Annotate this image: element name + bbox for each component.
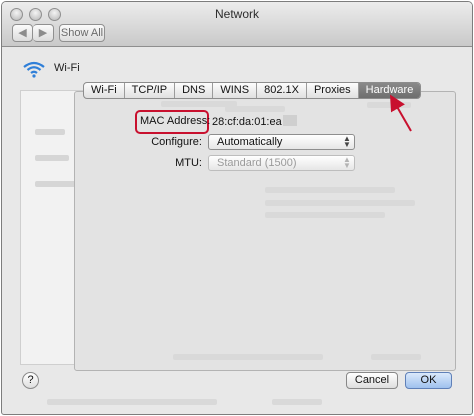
tab-hardware[interactable]: Hardware [358,83,421,98]
window-title: Network [214,7,259,21]
help-button[interactable]: ? [22,372,39,389]
cancel-button[interactable]: Cancel [346,372,398,389]
mtu-popup[interactable]: Standard (1500) ▲ ▼ [208,155,355,171]
popup-arrows-icon: ▲ ▼ [343,134,351,149]
hardware-panel [74,91,456,371]
tab-wifi[interactable]: Wi-Fi [84,83,125,98]
title-bar: Network ◀ ▶ Show All [2,2,472,47]
show-all-button[interactable]: Show All [59,24,105,42]
tab-dns[interactable]: DNS [175,83,214,98]
tab-proxies[interactable]: Proxies [307,83,359,98]
network-window: Network ◀ ▶ Show All Wi-Fi Wi-Fi TCP/IP … [1,1,473,415]
ok-button[interactable]: OK [405,372,452,389]
tab-wins[interactable]: WINS [213,83,258,98]
tab-tcpip[interactable]: TCP/IP [125,83,176,98]
configure-popup[interactable]: Automatically ▲ ▼ [208,134,355,150]
back-arrow-icon: ◀ [18,27,27,39]
service-name: Wi-Fi [54,62,80,74]
wifi-icon [23,61,45,78]
mac-address-value: 28:cf:da:01:ea [212,115,297,128]
mac-address-label: MAC Address: [140,115,211,127]
redacted-mac-segment [282,115,297,126]
configure-label: Configure: [151,136,202,148]
back-button[interactable]: ◀ [12,24,33,42]
mtu-label: MTU: [175,157,202,169]
tab-8021x[interactable]: 802.1X [257,83,307,98]
popup-arrows-icon: ▲ ▼ [343,155,351,170]
forward-button[interactable]: ▶ [33,24,54,42]
forward-arrow-icon: ▶ [38,27,48,39]
tab-bar: Wi-Fi TCP/IP DNS WINS 802.1X Proxies Har… [83,82,422,99]
